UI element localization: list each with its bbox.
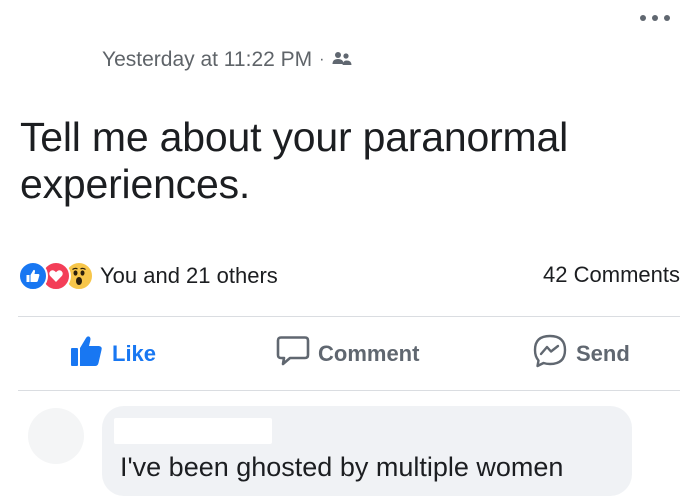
reactions-summary[interactable]: You and 21 others: [18, 260, 278, 292]
messenger-icon: [532, 333, 568, 375]
divider: [18, 390, 680, 391]
more-options-icon[interactable]: [640, 10, 670, 26]
send-button[interactable]: Send: [532, 334, 630, 374]
comment-button[interactable]: Comment: [276, 334, 419, 374]
comment-bubble: I've been ghosted by multiple women: [102, 406, 632, 496]
more-dot: [652, 15, 658, 21]
comment-label: Comment: [318, 341, 420, 366]
post-text: Tell me about your paranormal experience…: [20, 114, 568, 207]
more-dot: [640, 15, 646, 21]
reaction-count[interactable]: You and 21 others: [100, 263, 278, 289]
more-dot: [664, 15, 670, 21]
like-label: Like: [112, 341, 157, 366]
comment-text: I've been ghosted by multiple women: [120, 452, 564, 482]
post-meta: Yesterday at 11:22 PM ·: [102, 46, 352, 74]
post-timestamp[interactable]: Yesterday at 11:22 PM: [102, 48, 312, 72]
thumbs-up-icon: [70, 335, 104, 373]
send-label: Send: [576, 341, 630, 366]
commenter-avatar[interactable]: [28, 408, 84, 464]
comments-count[interactable]: 42 Comments: [543, 262, 680, 288]
like-reaction-icon: [18, 261, 48, 291]
friends-audience-icon[interactable]: [332, 51, 352, 69]
redacted-commenter-name: [114, 418, 272, 444]
meta-separator: ·: [319, 51, 325, 68]
like-button[interactable]: Like: [70, 334, 156, 374]
comment-bubble-icon: [276, 335, 310, 373]
divider: [18, 316, 680, 317]
